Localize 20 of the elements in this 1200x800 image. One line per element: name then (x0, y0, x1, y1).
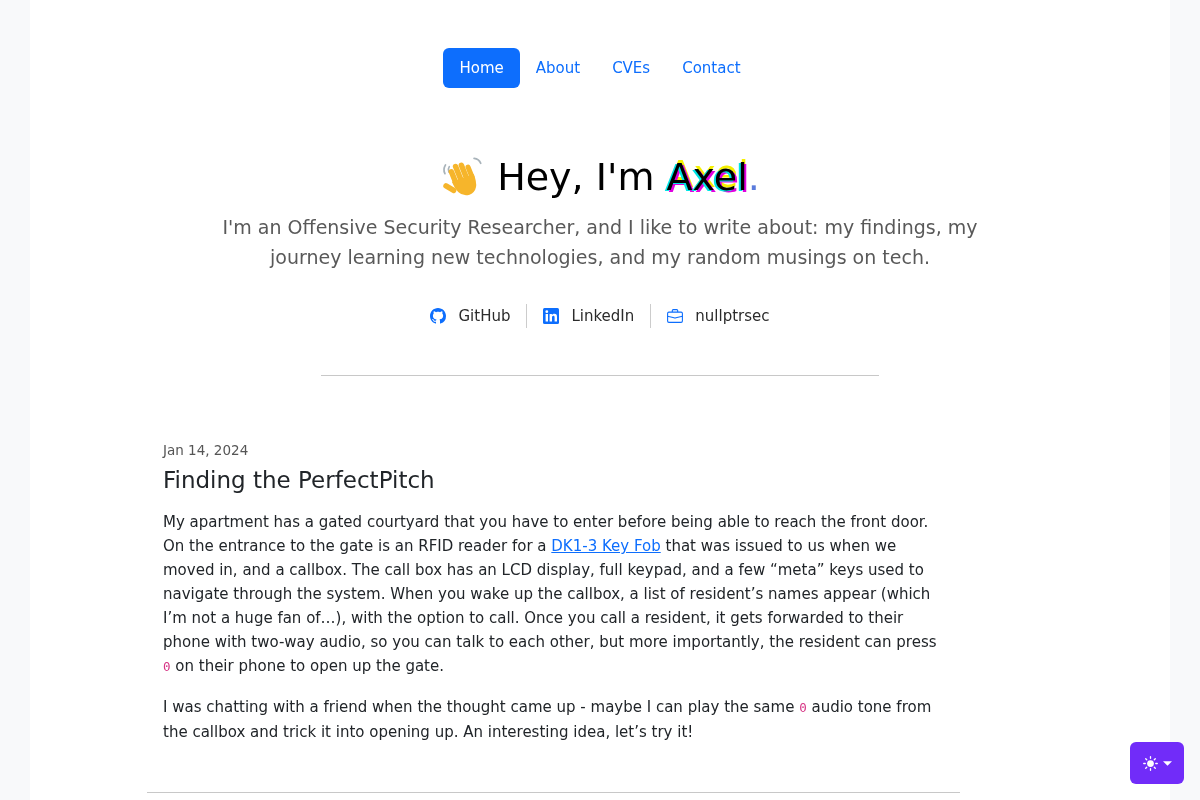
hero-heading: Hey, I'm Axel. (497, 154, 760, 200)
hero-tagline: I'm an Offensive Security Researcher, and I like to write about: my findings, my journey learning new technologies, and my random musings on tech. (221, 215, 979, 270)
caret-down-icon (1162, 760, 1172, 766)
social-link[interactable]: nullptrsec (650, 304, 786, 328)
linkedin-logo-icon (543, 308, 560, 324)
nav-link[interactable]: Contact (666, 48, 757, 88)
nav-link[interactable]: About (519, 48, 597, 88)
post-date: Jan 14, 2024 (163, 441, 250, 460)
social-link[interactable]: GitHub (414, 304, 527, 328)
social-link[interactable]: LinkedIn (526, 304, 651, 328)
post-title[interactable]: Finding the PerfectPitch (163, 466, 944, 494)
theme-toggle-button[interactable] (1130, 742, 1184, 784)
post-paragraph: My apartment has a gated courtyard that you have to enter before being able to reach the front door. On the entrance to the gate is an RFID reader for a DK1-3 Key Fob that was issued to us when we moved in, and a callbox. The call box has an LCD display, full keypad, and a few “meta” keys used to navigate through the system. When you wake up the callbox, a list of resident’s names appear (which I’m not a huge fan of…), with the option to call. Once you call a resident, it gets forwarded to their phone with two-way audio, so you can talk to each other, but more importantly, the resident can press 0 on their phone to open up the gate. (163, 512, 938, 677)
nav-link[interactable]: Home (443, 48, 520, 88)
github-logo-icon (430, 308, 447, 324)
inline-link[interactable]: DK1-3 Key Fob (551, 537, 661, 555)
briefcase-icon (667, 308, 684, 324)
sun-icon (1142, 755, 1158, 771)
post-paragraph: I was chatting with a friend when the thought came up - maybe I can play the same 0 audio tone from the callbox and trick it into opening up. An interesting idea, let’s try it! (163, 697, 933, 743)
nav-link[interactable]: CVEs (596, 48, 667, 88)
